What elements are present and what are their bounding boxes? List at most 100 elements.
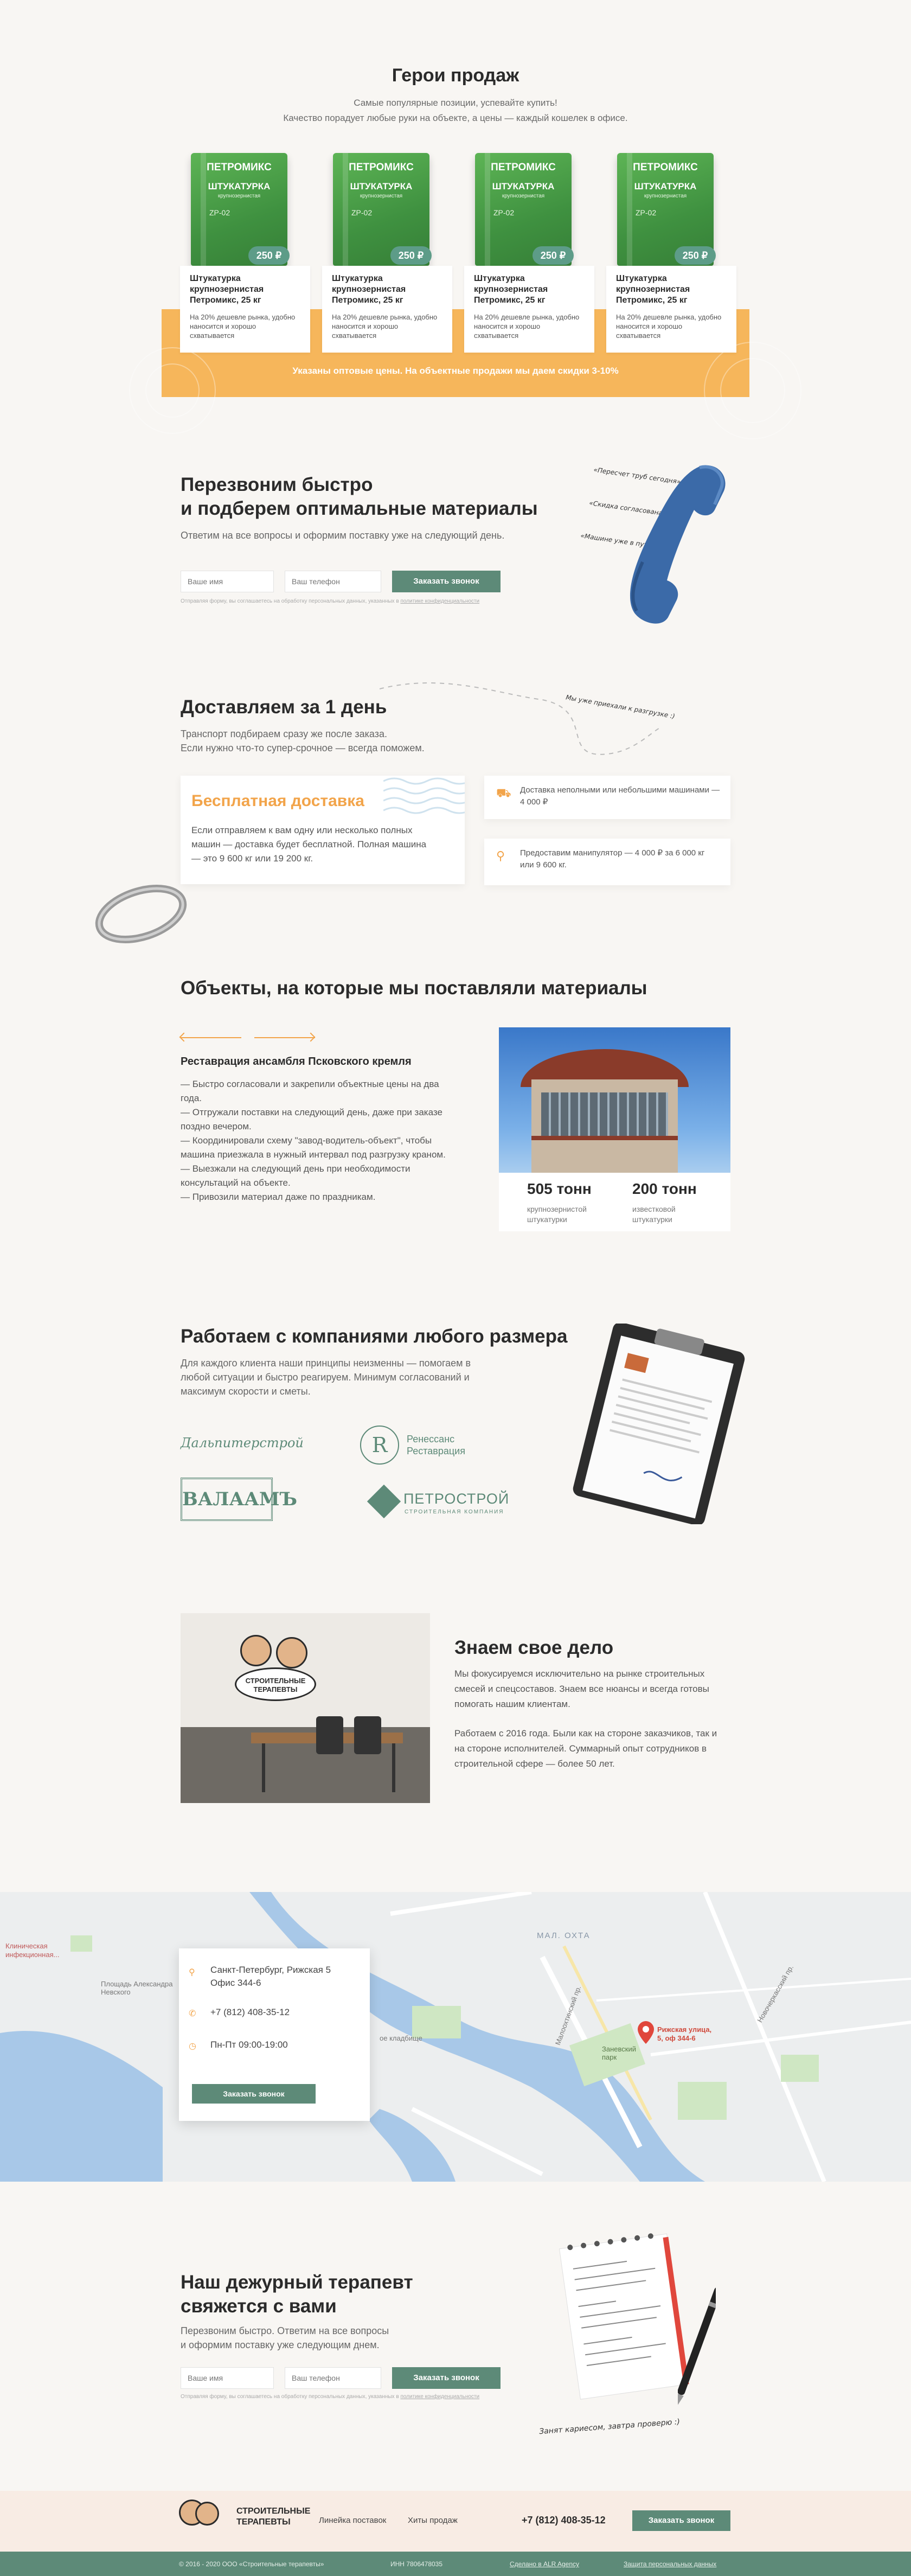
price-badge: 250 ₽ [533, 246, 574, 265]
free-delivery-card: Бесплатная доставка Если отправляем к ва… [181, 776, 465, 884]
bag-brand: ПЕТРОМИКС [207, 162, 272, 173]
product-info: Штукатурка крупнозернистая Петромикс, 25… [322, 266, 452, 353]
contact-phone[interactable]: +7 (812) 408-35-12 [210, 2006, 290, 2019]
project-details: — Быстро согласовали и закрепили объектн… [181, 1077, 452, 1204]
stat-label: известковой штукатурки [632, 1205, 676, 1224]
bag-subtitle: крупнозернистая [502, 193, 545, 199]
contact-name-input[interactable] [181, 2367, 274, 2389]
office-photo: СТРОИТЕЛЬНЫЕ ТЕРАПЕВТЫ [181, 1613, 430, 1803]
free-delivery-text: Если отправляем к вам одну или несколько… [191, 825, 427, 864]
map-cemetery-label: ое кладбище [380, 2034, 422, 2042]
free-delivery-title: Бесплатная доставка [191, 792, 364, 810]
footer-logo-text[interactable]: СТРОИТЕЛЬНЫЕ ТЕРАПЕВТЫ [236, 2506, 310, 2528]
objects-title: Объекты, на которые мы поставляли матери… [181, 977, 647, 999]
callback-title-line-1: Перезвоним быстро [181, 474, 373, 495]
made-by-link[interactable]: Сделано в ALR Agency [510, 2560, 579, 2568]
sign-line-1: СТРОИТЕЛЬНЫЕ [245, 1677, 306, 1685]
contact-lead-line-2: и оформим поставку уже следующим днем. [181, 2340, 380, 2350]
callback-title: Перезвоним быстро и подберем оптимальные… [181, 473, 538, 521]
footer-logo-line-1: СТРОИТЕЛЬНЫЕ [236, 2507, 311, 2516]
footer-phone[interactable]: +7 (812) 408-35-12 [522, 2515, 606, 2526]
bag-brand: ПЕТРОМИКС [491, 162, 556, 173]
phone-handset-icon [630, 465, 726, 624]
contact-title: Наш дежурный терапевт свяжется с вами [181, 2271, 413, 2318]
bag-code: ZP-02 [351, 208, 373, 217]
arrow-left-head [179, 1032, 189, 1042]
bag-brand: ПЕТРОМИКС [633, 162, 698, 173]
bag-code: ZP-02 [209, 208, 230, 217]
logo-dalpiterstroy: Дальпитерстрой [181, 1435, 304, 1450]
map-pin-icon[interactable] [638, 2021, 654, 2044]
stats-card: 505 тонн крупнозернистой штукатурки 200 … [499, 1173, 730, 1231]
stat-label: крупнозернистой штукатурки [527, 1205, 587, 1224]
contact-phone-input[interactable] [285, 2367, 381, 2389]
about-title: Знаем свое дело [454, 1637, 614, 1658]
contact-lead-line-1: Перезвоним быстро. Ответим на все вопрос… [181, 2325, 389, 2336]
privacy-notice-text: Отправляя форму, вы соглашаетесь на обра… [181, 598, 399, 604]
product-info: Штукатурка крупнозернистая Петромикс, 25… [464, 266, 594, 353]
delivery-path-decoration [380, 682, 662, 755]
price-badge: 250 ₽ [390, 246, 432, 265]
team-illustration: СТРОИТЕЛЬНЫЕ ТЕРАПЕВТЫ [235, 1635, 316, 1701]
phone-input[interactable] [285, 571, 381, 592]
name-input[interactable] [181, 571, 274, 592]
map-clinic-label: Клиническая инфекционная... [5, 1942, 59, 1959]
product-card[interactable]: ПЕТРОМИКС ШТУКАТУРКА крупнозернистая ZP-… [605, 153, 737, 354]
working-hours: Пн-Пт 09:00-19:00 [210, 2040, 288, 2050]
bag-title: ШТУКАТУРКА [492, 181, 555, 191]
callback-title-line-2: и подберем оптимальные материалы [181, 498, 538, 519]
footer-nav-bestsellers[interactable]: Хиты продаж [408, 2516, 458, 2525]
contact-order-call-button[interactable]: Заказать звонок [392, 2367, 501, 2389]
callback-lead: Ответим на все вопросы и оформим поставк… [181, 530, 505, 541]
about-paragraph-2: Работаем с 2016 года. Были как на сторон… [454, 1728, 717, 1769]
project-detail-item: — Отгружали поставки на следующий день, … [181, 1107, 442, 1132]
bag-code: ZP-02 [493, 208, 515, 217]
delivery-feature-text: Предоставим манипулятор — 4 000 ₽ за 6 0… [520, 848, 705, 870]
product-description: На 20% дешевле рынка, удобно наносится и… [332, 313, 438, 340]
location-icon: ⚲ [189, 1968, 195, 1977]
copyright: © 2016 - 2020 ООО «Строительные терапевт… [179, 2560, 324, 2568]
product-card[interactable]: ПЕТРОМИКС ШТУКАТУРКА крупнозернистая ZP-… [179, 153, 311, 354]
footer-logo-line-2: ТЕРАПЕВТЫ [236, 2517, 291, 2527]
order-call-button[interactable]: Заказать звонок [392, 571, 501, 592]
contact-privacy-link[interactable]: политике конфиденциальности [400, 2394, 479, 2400]
project-detail-item: — Координировали схему "завод-водитель-о… [181, 1135, 446, 1160]
product-info: Штукатурка крупнозернистая Петромикс, 25… [606, 266, 736, 353]
project-title: Реставрация ансамбля Псковского кремля [181, 1056, 412, 1068]
pin-label-line-1: Рижская улица, [657, 2025, 712, 2034]
clipboard-icon [573, 1324, 745, 1524]
project-detail-item: — Быстро согласовали и закрепили объектн… [181, 1079, 439, 1103]
phone-icon: ✆ [189, 2009, 196, 2018]
product-info: Штукатурка крупнозернистая Петромикс, 25… [180, 266, 310, 353]
petrostroy-logo-icon [367, 1484, 401, 1519]
footer-order-call-button[interactable]: Заказать звонок [632, 2510, 730, 2531]
partners-title: Работаем с компаниями любого размера [181, 1326, 568, 1347]
inn: ИНН 7806478035 [390, 2560, 443, 2568]
footer-nav-product-line[interactable]: Линейка поставок [319, 2516, 386, 2525]
map[interactable]: Рижская улица, 5, оф 344-6 МАЛ. ОХТА Зан… [0, 1892, 911, 2182]
heroes-subtitle-line-2: Качество порадует любые руки на объекте,… [283, 113, 628, 123]
bag-subtitle: крупнозернистая [644, 193, 687, 199]
contact-privacy-notice: Отправляя форму, вы соглашаетесь на обра… [181, 2393, 479, 2401]
privacy-link[interactable]: политике конфиденциальности [400, 598, 479, 604]
product-card[interactable]: ПЕТРОМИКС ШТУКАТУРКА крупнозернистая ZP-… [463, 153, 595, 354]
footer-logo-icon [195, 2502, 219, 2526]
heroes-subtitle: Самые популярные позиции, успевайте купи… [0, 95, 911, 126]
map-order-call-button[interactable]: Заказать звонок [192, 2084, 316, 2104]
bag-brand: ПЕТРОМИКС [349, 162, 414, 173]
product-description: На 20% дешевле рынка, удобно наносится и… [616, 313, 722, 340]
contact-title-line-1: Наш дежурный терапевт [181, 2272, 413, 2293]
logo-petrostroy-sub: СТРОИТЕЛЬНАЯ КОМПАНИЯ [405, 1509, 504, 1515]
privacy-policy-link[interactable]: Защита персональных данных [624, 2560, 716, 2568]
arrow-left-icon[interactable] [181, 1037, 241, 1038]
privacy-notice: Отправляя форму, вы соглашаетесь на обра… [181, 598, 479, 605]
heroes-note: Указаны оптовые цены. На объектные прода… [292, 366, 619, 376]
delivery-feature: ⛟ Доставка неполными или небольшими маши… [484, 776, 730, 819]
clock-icon: ◷ [189, 2042, 196, 2051]
wave-decoration [383, 777, 465, 814]
arrow-right-head [306, 1032, 316, 1042]
product-card[interactable]: ПЕТРОМИКС ШТУКАТУРКА крупнозернистая ZP-… [321, 153, 453, 354]
bag-title: ШТУКАТУРКА [634, 181, 697, 191]
delivery-title: Доставляем за 1 день [181, 696, 387, 718]
price-badge: 250 ₽ [248, 246, 290, 265]
